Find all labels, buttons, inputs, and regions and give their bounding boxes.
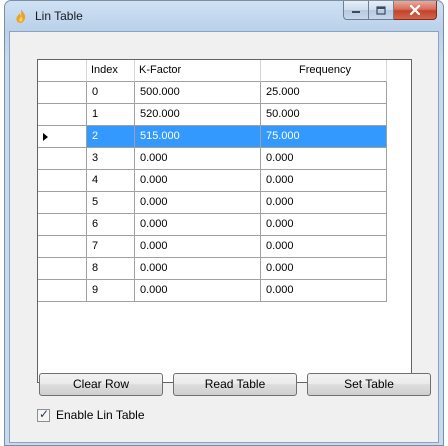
cell-index[interactable]: 6 <box>87 214 135 236</box>
caption-buttons <box>343 1 437 20</box>
table-row[interactable]: 0 500.000 25.000 <box>38 82 411 104</box>
cell-index[interactable]: 7 <box>87 236 135 258</box>
column-header-index[interactable]: Index <box>87 60 135 82</box>
cell-index[interactable]: 9 <box>87 280 135 302</box>
row-header[interactable] <box>38 258 87 280</box>
cell-frequency[interactable]: 0.000 <box>261 280 387 302</box>
cell-index[interactable]: 5 <box>87 192 135 214</box>
close-icon <box>409 5 421 15</box>
table-row[interactable]: 3 0.000 0.000 <box>38 148 411 170</box>
cell-index[interactable]: 0 <box>87 82 135 104</box>
cell-kfactor[interactable]: 0.000 <box>135 280 261 302</box>
row-header[interactable] <box>38 280 87 302</box>
cell-index[interactable]: 4 <box>87 170 135 192</box>
close-button[interactable] <box>394 1 437 20</box>
maximize-button[interactable] <box>369 1 394 20</box>
column-header-frequency[interactable]: Frequency <box>261 60 387 82</box>
row-header-corner <box>38 60 87 82</box>
enable-lin-table-checkbox[interactable]: ✓ <box>37 406 50 422</box>
cell-kfactor[interactable]: 520.000 <box>135 104 261 126</box>
table-row[interactable]: 1 520.000 50.000 <box>38 104 411 126</box>
cell-index[interactable]: 8 <box>87 258 135 280</box>
cell-index[interactable]: 3 <box>87 148 135 170</box>
title-bar[interactable]: Lin Table <box>5 1 443 31</box>
cell-frequency[interactable]: 0.000 <box>261 258 387 280</box>
cell-index[interactable]: 1 <box>87 104 135 126</box>
cell-kfactor[interactable]: 0.000 <box>135 148 261 170</box>
row-arrow-icon <box>43 133 48 141</box>
cell-kfactor[interactable]: 0.000 <box>135 214 261 236</box>
grid-header-row: Index K-Factor Frequency <box>38 60 411 82</box>
lin-table-window: Lin Table Index K-Factor Frequency 0 500… <box>4 0 444 446</box>
row-header[interactable] <box>38 104 87 126</box>
table-row[interactable]: 8 0.000 0.000 <box>38 258 411 280</box>
row-header[interactable] <box>38 148 87 170</box>
cell-frequency[interactable]: 25.000 <box>261 82 387 104</box>
column-header-kfactor[interactable]: K-Factor <box>135 60 261 82</box>
maximize-icon <box>376 5 386 15</box>
flame-icon <box>16 9 26 23</box>
read-table-button[interactable]: Read Table <box>173 373 297 396</box>
row-header[interactable] <box>38 82 87 104</box>
minimize-button[interactable] <box>343 1 369 20</box>
lin-table-grid[interactable]: Index K-Factor Frequency 0 500.000 25.00… <box>37 59 412 383</box>
cell-kfactor[interactable]: 500.000 <box>135 82 261 104</box>
table-row-selected[interactable]: 2 515.000 75.000 <box>38 126 411 148</box>
table-row[interactable]: 5 0.000 0.000 <box>38 192 411 214</box>
set-table-button[interactable]: Set Table <box>307 373 431 396</box>
cell-kfactor[interactable]: 0.000 <box>135 258 261 280</box>
check-icon: ✓ <box>39 406 50 421</box>
clear-row-button[interactable]: Clear Row <box>39 373 163 396</box>
cell-frequency[interactable]: 0.000 <box>261 192 387 214</box>
cell-frequency[interactable]: 0.000 <box>261 148 387 170</box>
cell-frequency[interactable]: 75.000 <box>261 126 387 148</box>
table-row[interactable]: 4 0.000 0.000 <box>38 170 411 192</box>
minimize-icon <box>352 11 360 13</box>
cell-kfactor[interactable]: 0.000 <box>135 170 261 192</box>
cell-frequency[interactable]: 50.000 <box>261 104 387 126</box>
cell-frequency[interactable]: 0.000 <box>261 214 387 236</box>
table-row[interactable]: 7 0.000 0.000 <box>38 236 411 258</box>
row-header[interactable] <box>38 170 87 192</box>
cell-kfactor[interactable]: 0.000 <box>135 192 261 214</box>
table-row[interactable]: 6 0.000 0.000 <box>38 214 411 236</box>
enable-lin-table-option[interactable]: ✓ Enable Lin Table <box>37 407 145 423</box>
cell-kfactor[interactable]: 0.000 <box>135 236 261 258</box>
window-title: Lin Table <box>35 9 83 23</box>
cell-kfactor[interactable]: 515.000 <box>135 126 261 148</box>
enable-lin-table-label[interactable]: Enable Lin Table <box>56 408 145 422</box>
row-header[interactable] <box>38 214 87 236</box>
cell-frequency[interactable]: 0.000 <box>261 236 387 258</box>
row-header[interactable] <box>38 236 87 258</box>
cell-frequency[interactable]: 0.000 <box>261 170 387 192</box>
row-header[interactable] <box>38 192 87 214</box>
table-row[interactable]: 9 0.000 0.000 <box>38 280 411 302</box>
window-client-area: Index K-Factor Frequency 0 500.000 25.00… <box>9 31 439 443</box>
cell-index[interactable]: 2 <box>87 126 135 148</box>
row-header[interactable] <box>38 126 87 148</box>
